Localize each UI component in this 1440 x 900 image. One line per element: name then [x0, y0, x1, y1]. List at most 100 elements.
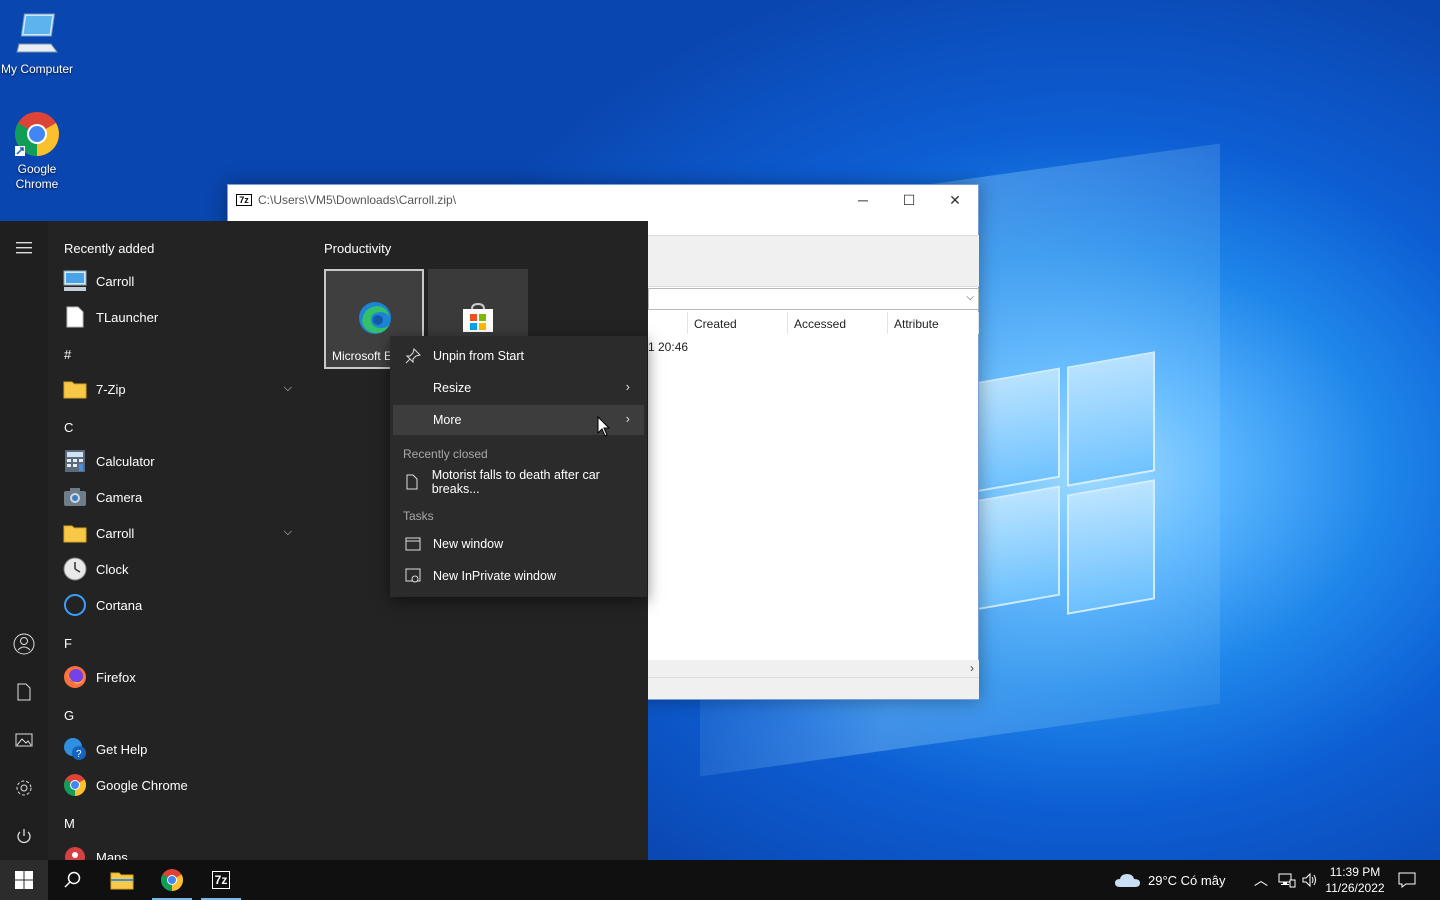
item-label: Motorist falls to death after car breaks…	[431, 468, 600, 496]
file-row-modified[interactable]: 1 20:46	[648, 340, 688, 354]
action-center-button[interactable]	[1398, 860, 1416, 900]
clock-icon	[62, 556, 88, 582]
tile-label: Microsoft E	[332, 349, 393, 363]
app-label: Google Chrome	[96, 777, 188, 793]
power-icon[interactable]	[12, 824, 36, 848]
column-header-created[interactable]: Created	[688, 312, 788, 334]
app-item-carroll-recent[interactable]: Carroll	[62, 264, 302, 298]
new-window-item[interactable]: New window	[393, 529, 644, 559]
taskbar-file-explorer[interactable]	[98, 860, 146, 900]
status-bar	[648, 677, 979, 699]
get-help-icon: ?	[62, 736, 88, 762]
app-item-maps[interactable]: Maps	[62, 840, 302, 860]
app-item-carroll-folder[interactable]: Carroll ⌵	[62, 516, 302, 550]
tasks-header: Tasks	[403, 509, 434, 523]
section-header-hash[interactable]: #	[64, 347, 71, 362]
search-button[interactable]	[48, 860, 96, 900]
user-account-icon[interactable]	[12, 632, 36, 656]
chevron-right-icon: ›	[625, 411, 630, 426]
item-label: Resize	[433, 381, 472, 395]
recently-closed-header: Recently closed	[403, 447, 488, 461]
start-button[interactable]	[0, 860, 48, 900]
tile-group-title[interactable]: Productivity	[324, 241, 391, 256]
column-header-blank	[648, 312, 688, 334]
page-icon	[393, 474, 432, 490]
settings-gear-icon[interactable]	[12, 776, 36, 800]
column-header-accessed[interactable]: Accessed	[788, 312, 888, 334]
column-header-attributes[interactable]: Attribute	[888, 312, 979, 334]
cortana-icon	[62, 592, 88, 618]
chevron-up-icon: ︿	[1254, 872, 1268, 888]
window-title: C:\Users\VM5\Downloads\Carroll.zip\	[258, 193, 457, 207]
new-inprivate-window-item[interactable]: New InPrivate window	[393, 561, 644, 591]
app-item-google-chrome[interactable]: Google Chrome	[62, 768, 302, 802]
app-item-tlauncher[interactable]: TLauncher	[62, 300, 302, 334]
taskbar-7zip[interactable]: 7z	[197, 860, 245, 900]
horizontal-scrollbar[interactable]: ›	[648, 660, 979, 677]
window-controls: ─ ☐ ✕	[840, 185, 978, 215]
window-icon	[393, 537, 433, 551]
system-clock[interactable]: 11:39 PM 11/26/2022	[1322, 864, 1388, 896]
camera-icon	[62, 484, 88, 510]
unpin-icon	[393, 348, 433, 364]
documents-icon[interactable]	[12, 680, 36, 704]
taskbar: 7z 29°C Có mây ︿ 11:39 PM 11/26/2022	[0, 860, 1440, 900]
app-label: TLauncher	[96, 309, 159, 325]
close-button[interactable]: ✕	[932, 185, 978, 215]
chevron-down-icon[interactable]: ⌵	[966, 292, 974, 303]
toolbar	[648, 235, 979, 287]
weather-text: 29°C Có mây	[1148, 872, 1226, 888]
app-item-firefox[interactable]: Firefox	[62, 660, 302, 694]
weather-widget[interactable]: 29°C Có mây	[1114, 860, 1225, 900]
taskbar-google-chrome[interactable]	[148, 860, 196, 900]
folder-icon	[62, 376, 88, 402]
scroll-right-icon[interactable]: ›	[970, 661, 974, 675]
svg-text:?: ?	[76, 749, 82, 760]
inprivate-icon	[393, 568, 433, 584]
7zip-icon: 7z	[211, 871, 231, 889]
item-label: New InPrivate window	[433, 569, 556, 583]
item-label: Unpin from Start	[433, 349, 525, 363]
desktop-icon-google-chrome[interactable]: Google Chrome	[0, 110, 74, 192]
network-icon	[1278, 873, 1296, 888]
volume-button[interactable]	[1301, 860, 1319, 900]
app-item-get-help[interactable]: ? Get Help	[62, 732, 302, 766]
edge-icon	[358, 301, 392, 338]
firefox-icon	[62, 664, 88, 690]
unpin-from-start-item[interactable]: Unpin from Start	[393, 341, 644, 371]
windows-icon	[15, 871, 33, 889]
notification-icon	[1398, 872, 1416, 888]
resize-item[interactable]: Resize ›	[393, 373, 644, 403]
section-header-g[interactable]: G	[64, 708, 74, 723]
app-label: Cortana	[96, 597, 143, 613]
section-header-f[interactable]: F	[64, 636, 72, 651]
app-label: 7-Zip	[96, 381, 126, 397]
app-item-7zip[interactable]: 7-Zip ⌵	[62, 372, 302, 406]
app-item-camera[interactable]: Camera	[62, 480, 302, 514]
app-label: Carroll	[96, 525, 135, 541]
maps-icon	[62, 844, 88, 860]
section-header-m[interactable]: M	[64, 816, 75, 831]
app-label: Carroll	[96, 273, 135, 289]
desktop-icon-label: Google Chrome	[15, 162, 59, 191]
cloud-icon	[1115, 874, 1140, 887]
chevron-down-icon[interactable]: ⌵	[284, 526, 292, 539]
maximize-button[interactable]: ☐	[886, 185, 932, 215]
app-item-clock[interactable]: Clock	[62, 552, 302, 586]
minimize-button[interactable]: ─	[840, 185, 886, 215]
recently-closed-item[interactable]: Motorist falls to death after car breaks…	[393, 467, 644, 497]
network-button[interactable]	[1278, 860, 1296, 900]
path-combobox[interactable]: ⌵	[648, 288, 979, 310]
hamburger-menu-icon[interactable]	[12, 236, 36, 260]
clock-time: 11:39 PM	[1329, 865, 1381, 879]
show-hidden-icons-button[interactable]: ︿	[1254, 860, 1268, 900]
folder-icon	[62, 520, 88, 546]
app-item-cortana[interactable]: Cortana	[62, 588, 302, 622]
desktop-icon-my-computer[interactable]: My Computer	[0, 10, 74, 77]
chevron-down-icon[interactable]: ⌵	[284, 382, 292, 395]
pictures-icon[interactable]	[12, 728, 36, 752]
app-label: Calculator	[96, 453, 155, 469]
app-item-calculator[interactable]: Calculator	[62, 444, 302, 478]
7zip-app-icon: 7z	[236, 194, 252, 206]
section-header-c[interactable]: C	[64, 420, 73, 435]
